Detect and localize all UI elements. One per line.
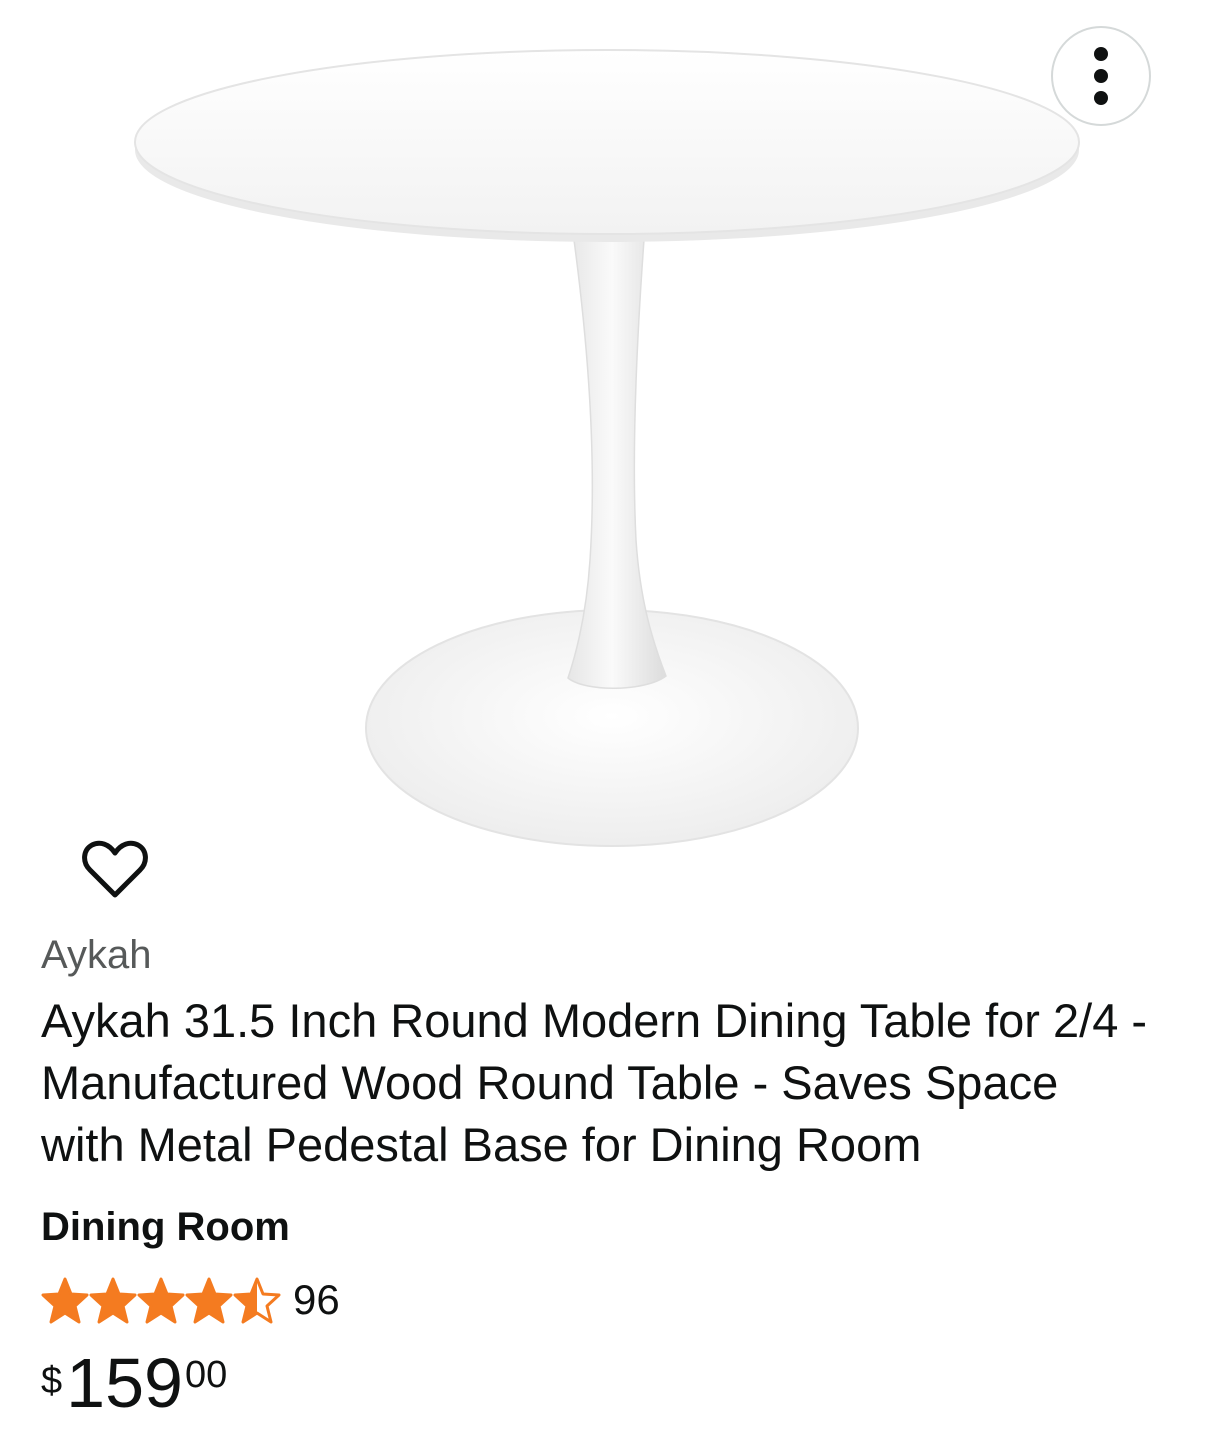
price-symbol: $	[41, 1360, 63, 1402]
brand-name: Aykah	[41, 933, 152, 977]
star-rating	[41, 1276, 281, 1324]
star-icon	[185, 1277, 233, 1324]
product-title-link[interactable]: Aykah 31.5 Inch Round Modern Dining Tabl…	[41, 990, 1151, 1176]
category-label: Dining Room	[41, 1205, 290, 1249]
price-fraction: 00	[184, 1354, 228, 1396]
star-icon	[233, 1277, 281, 1324]
heart-icon	[82, 840, 148, 898]
more-vertical-icon	[1094, 47, 1108, 105]
product-image[interactable]	[0, 0, 1217, 900]
price-whole: 159	[66, 1344, 183, 1422]
rating-row[interactable]: 96	[41, 1272, 340, 1328]
star-icon	[41, 1277, 89, 1324]
star-icon	[137, 1277, 185, 1324]
add-to-favorites-button[interactable]	[80, 838, 150, 902]
more-options-button[interactable]	[1051, 26, 1151, 126]
product-image-area[interactable]	[0, 0, 1217, 900]
review-count: 96	[293, 1276, 340, 1323]
price: $ 159 00	[41, 1348, 227, 1418]
star-icon	[89, 1277, 137, 1324]
